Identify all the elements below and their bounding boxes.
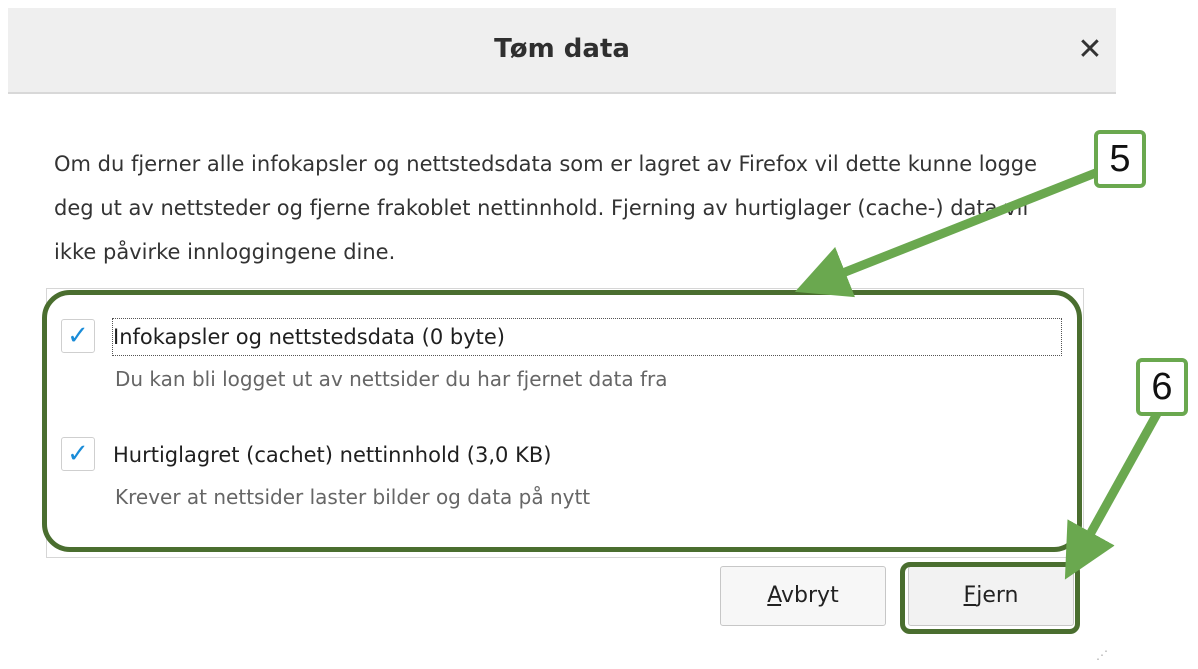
remove-button[interactable]: Fjern: [908, 566, 1074, 626]
cookies-label[interactable]: Infokapsler og nettstedsdata (0 byte): [112, 318, 1062, 356]
cancel-button[interactable]: Avbryt: [720, 566, 886, 626]
cookies-hint: Du kan bli logget ut av nettsider du har…: [115, 367, 668, 391]
resize-grip-icon[interactable]: ⋰: [1096, 648, 1110, 662]
remove-label-rest: jern: [976, 583, 1019, 608]
cache-checkbox[interactable]: ✓: [61, 437, 95, 471]
annotation-step-5: 5: [1094, 130, 1146, 188]
dialog-titlebar: Tøm data ✕: [8, 8, 1116, 94]
cancel-mnemonic: A: [767, 583, 782, 608]
annotation-step-6: 6: [1136, 358, 1188, 416]
dialog-title: Tøm data: [494, 34, 630, 64]
clear-data-dialog: Tøm data ✕ Om du fjerner alle infokapsle…: [8, 8, 1116, 669]
cache-label[interactable]: Hurtiglagret (cachet) nettinnhold (3,0 K…: [113, 437, 559, 473]
options-list: ✓ Infokapsler og nettstedsdata (0 byte) …: [46, 288, 1084, 558]
dialog-description: Om du fjerner alle infokapsler og nettst…: [54, 152, 1038, 264]
remove-mnemonic: F: [963, 583, 977, 608]
cookies-checkbox[interactable]: ✓: [61, 319, 95, 353]
close-icon[interactable]: ✕: [1072, 32, 1108, 68]
cancel-label-rest: vbryt: [781, 583, 839, 608]
cache-hint: Krever at nettsider laster bilder og dat…: [115, 485, 591, 509]
